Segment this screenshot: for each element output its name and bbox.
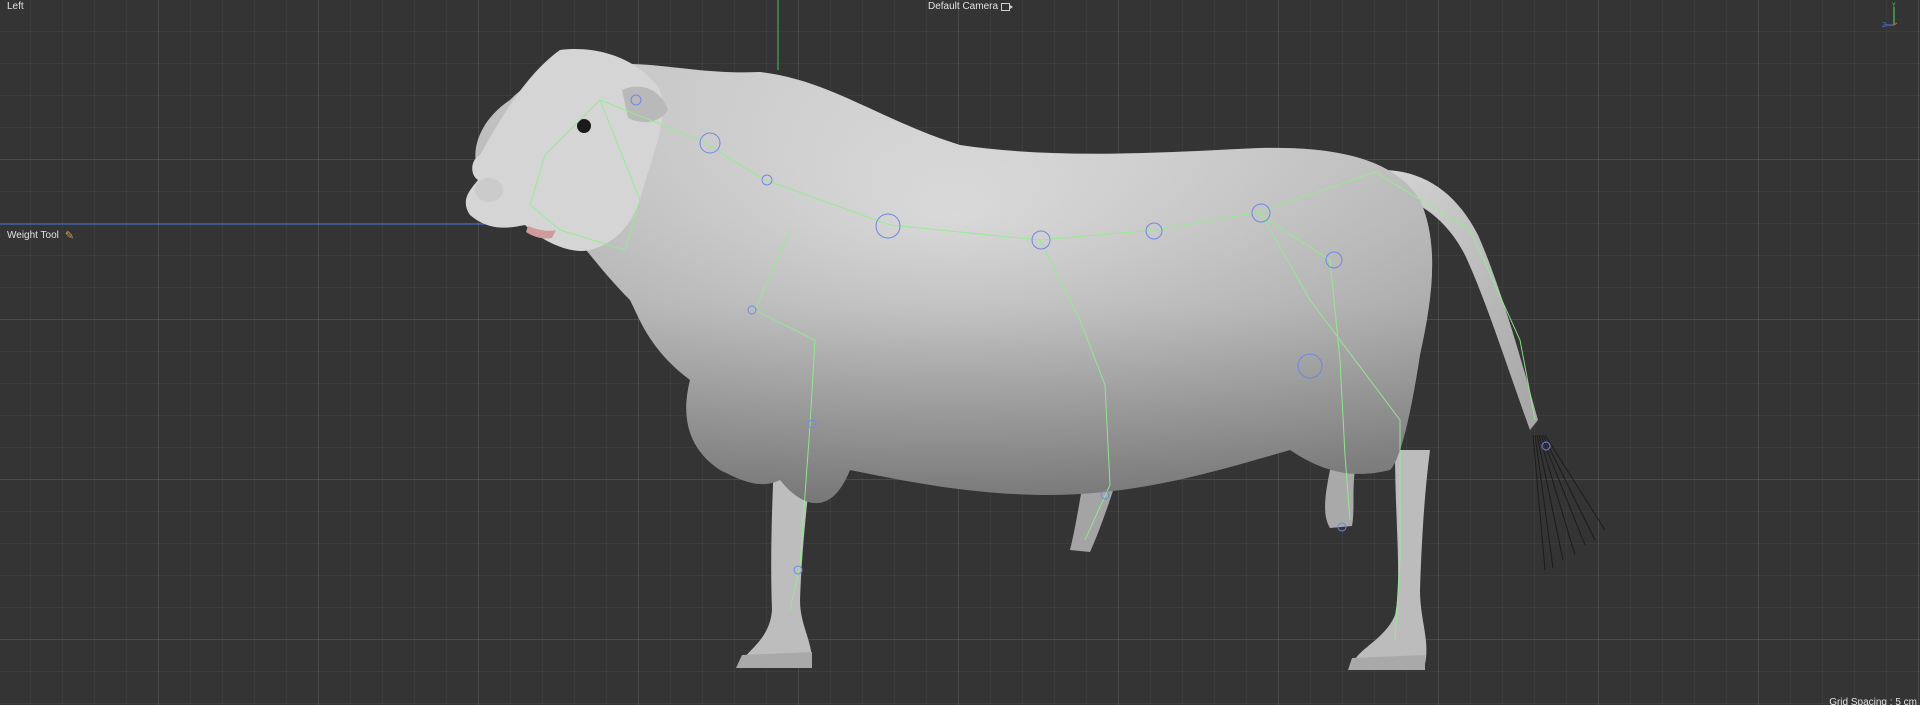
scene-canvas[interactable] bbox=[0, 0, 1920, 705]
svg-text:Z: Z bbox=[1882, 22, 1886, 29]
view-name-label: Left bbox=[7, 1, 24, 12]
active-tool-label: Weight Tool ✎ bbox=[7, 230, 74, 242]
camera-menu[interactable]: Default Camera bbox=[928, 1, 1014, 13]
axis-gizmo-icon[interactable]: Y Z bbox=[1882, 1, 1904, 29]
camera-link-icon[interactable] bbox=[1001, 3, 1014, 11]
active-tool-name: Weight Tool bbox=[7, 230, 59, 241]
bull-model[interactable] bbox=[465, 49, 1606, 670]
grid-spacing-label: Grid Spacing : 5 cm bbox=[1829, 697, 1917, 705]
bull-rear-leg bbox=[1352, 450, 1430, 666]
bull-hind-far-leg bbox=[1325, 470, 1355, 528]
weight-brush-icon: ✎ bbox=[64, 230, 75, 242]
bull-nose bbox=[475, 178, 503, 202]
editor-viewport[interactable]: Left Default Camera Weight Tool ✎ Y Z Gr… bbox=[0, 0, 1920, 705]
svg-text:Y: Y bbox=[1891, 2, 1896, 9]
tail-tassel bbox=[1532, 434, 1606, 571]
camera-name: Default Camera bbox=[928, 1, 999, 12]
